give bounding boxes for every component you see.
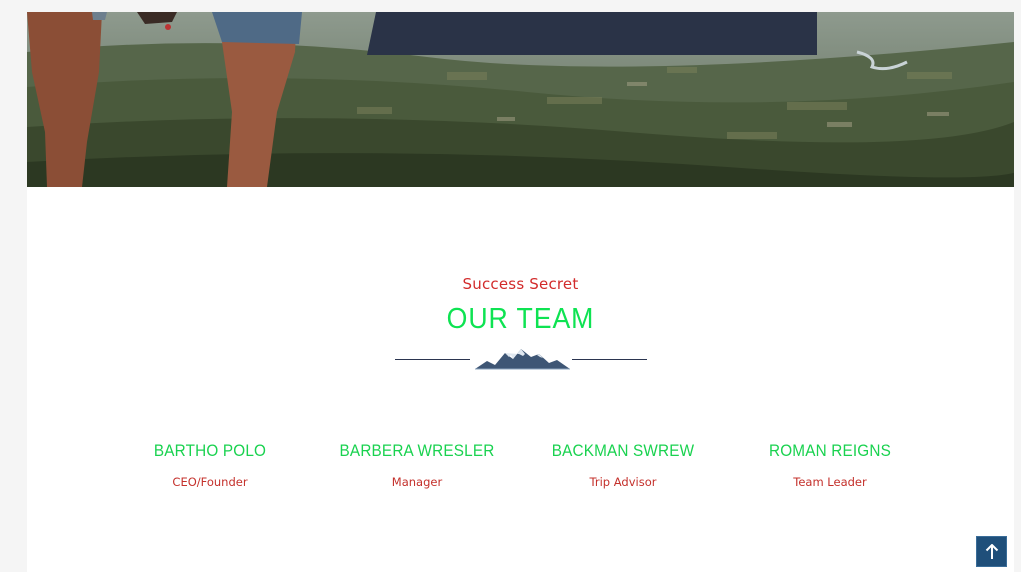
- member-name: ROMAN REIGNS: [768, 441, 892, 460]
- section-divider: [395, 345, 647, 373]
- team-member[interactable]: ROMAN REIGNS Team Leader: [727, 441, 933, 489]
- team-list: BARTHO POLO CEO/Founder BARBERA WRESLER …: [107, 441, 937, 501]
- page-content: Success Secret OUR TEAM BARTHO POLO CEO/…: [27, 12, 1014, 572]
- member-name: BACKMAN SWREW: [551, 441, 695, 460]
- hero-banner: [367, 12, 817, 55]
- section-eyebrow: Success Secret: [462, 275, 579, 293]
- divider-line-right: [572, 359, 647, 360]
- hero-image: [27, 12, 1014, 187]
- team-member[interactable]: BARBERA WRESLER Manager: [314, 441, 520, 489]
- team-section: Success Secret OUR TEAM BARTHO POLO CEO/…: [27, 187, 1014, 572]
- member-role: Team Leader: [793, 475, 867, 489]
- member-role: Trip Advisor: [589, 475, 657, 489]
- team-member[interactable]: BARTHO POLO CEO/Founder: [107, 441, 313, 489]
- scroll-to-top-button[interactable]: [976, 536, 1007, 567]
- member-role: CEO/Founder: [172, 475, 248, 489]
- member-name: BARTHO POLO: [153, 441, 267, 460]
- member-name: BARBERA WRESLER: [339, 441, 495, 460]
- divider-line-left: [395, 359, 470, 360]
- team-member[interactable]: BACKMAN SWREW Trip Advisor: [520, 441, 726, 489]
- section-title: OUR TEAM: [446, 303, 595, 335]
- mountain-icon: [475, 349, 570, 370]
- member-role: Manager: [391, 475, 443, 489]
- arrow-up-icon: [985, 543, 998, 559]
